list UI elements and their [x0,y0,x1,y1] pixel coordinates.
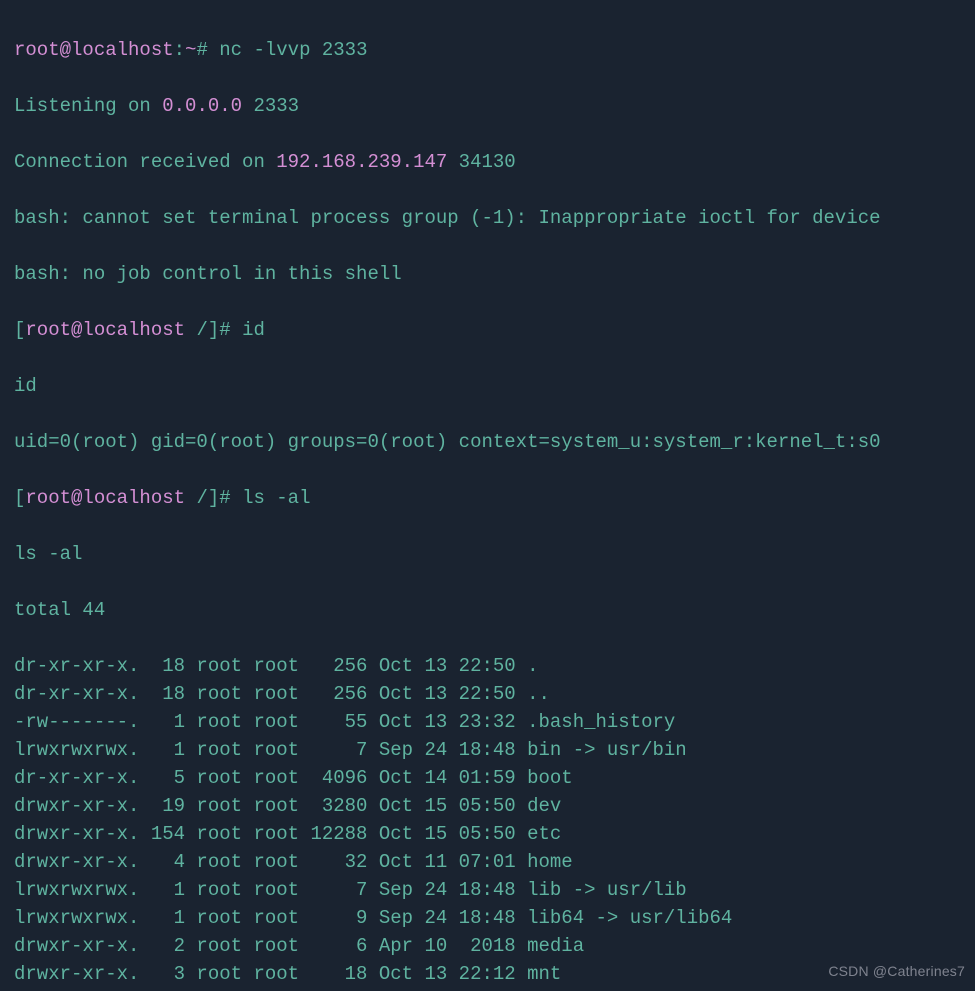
prompt-line-2: [root@localhost /]# id [14,316,963,344]
ls-row: lrwxrwxrwx. 1 root root 7 Sep 24 18:48 b… [14,736,963,764]
ls-row: -rw-------. 1 root root 55 Oct 13 23:32 … [14,708,963,736]
prompt-hash: # [196,39,219,61]
prompt-line-1: root@localhost:~# nc -lvvp 2333 [14,36,963,64]
id-output: uid=0(root) gid=0(root) groups=0(root) c… [14,428,963,456]
ls-row: dr-xr-xr-x. 5 root root 4096 Oct 14 01:5… [14,764,963,792]
ls-row: dr-xr-xr-x. 18 root root 256 Oct 13 22:5… [14,652,963,680]
ls-listing: dr-xr-xr-x. 18 root root 256 Oct 13 22:5… [14,652,963,991]
remote-ip: 192.168.239.147 [276,151,447,173]
prompt-user-host: root@localhost [14,39,174,61]
ls-row: lrwxrwxrwx. 1 root root 9 Sep 24 18:48 l… [14,904,963,932]
ls-row: dr-xr-xr-x. 18 root root 256 Oct 13 22:5… [14,680,963,708]
ls-row: drwxr-xr-x. 4 root root 32 Oct 11 07:01 … [14,848,963,876]
prompt-line-3: [root@localhost /]# ls -al [14,484,963,512]
echo-ls: ls -al [14,540,963,568]
connection-line: Connection received on 192.168.239.147 3… [14,148,963,176]
ls-total: total 44 [14,596,963,624]
listen-line: Listening on 0.0.0.0 2333 [14,92,963,120]
prompt-sep: : [174,39,185,61]
prompt-cwd: ~ [185,39,196,61]
listen-port: 2333 [242,95,299,117]
cmd-id: id [242,319,265,341]
ls-row: drwxr-xr-x. 154 root root 12288 Oct 15 0… [14,820,963,848]
watermark: CSDN @Catherines7 [828,957,965,985]
cmd-nc: nc -lvvp 2333 [219,39,367,61]
ls-row: drwxr-xr-x. 3 root root 18 Oct 13 22:12 … [14,960,963,988]
ls-row: drwxr-xr-x. 19 root root 3280 Oct 15 05:… [14,792,963,820]
echo-id: id [14,372,963,400]
bash-error-2: bash: no job control in this shell [14,260,963,288]
terminal-output[interactable]: root@localhost:~# nc -lvvp 2333 Listenin… [0,0,975,991]
cmd-ls: ls -al [242,487,310,509]
bash-error-1: bash: cannot set terminal process group … [14,204,963,232]
ls-row: lrwxrwxrwx. 1 root root 7 Sep 24 18:48 l… [14,876,963,904]
ls-row: drwxr-xr-x. 2 root root 6 Apr 10 2018 me… [14,932,963,960]
remote-port: 34130 [447,151,515,173]
listen-ip: 0.0.0.0 [162,95,242,117]
